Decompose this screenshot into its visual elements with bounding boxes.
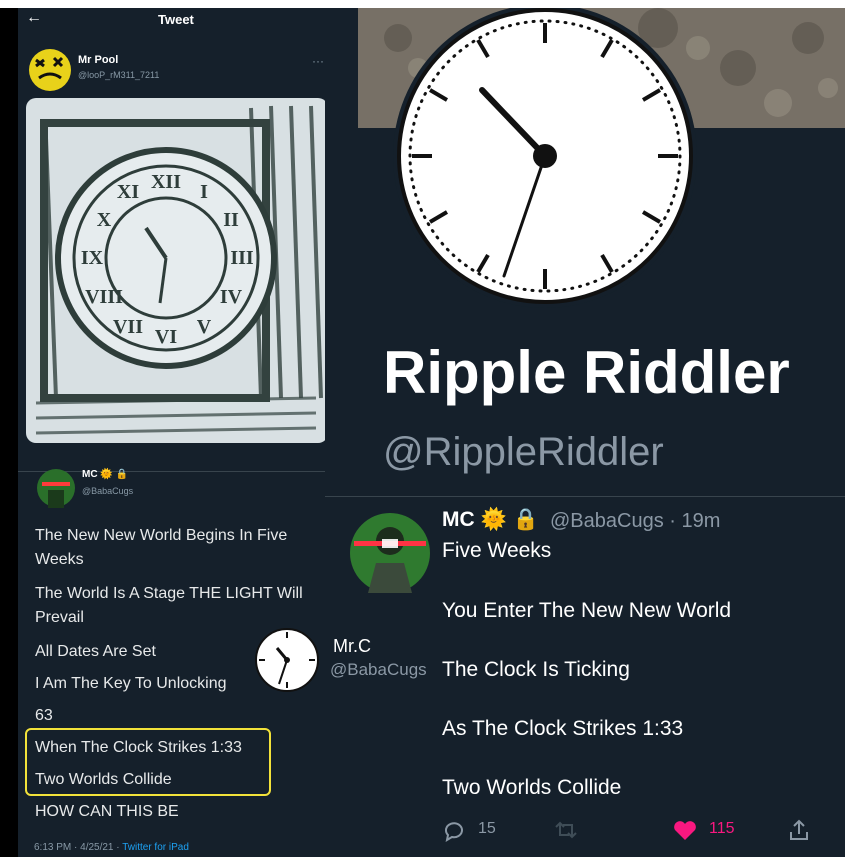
back-arrow-icon[interactable]: ← (26, 9, 42, 27)
profile-avatar[interactable] (382, 8, 712, 308)
source-link[interactable]: Twitter for iPad (122, 842, 189, 853)
svg-text:XII: XII (151, 171, 181, 193)
tweet-author-name[interactable]: MC 🌞 🔒 (442, 508, 539, 532)
like-icon[interactable] (672, 818, 698, 842)
tweet-line: As The Clock Strikes 1:33 (442, 717, 684, 740)
author-handle[interactable]: @looP_rM311_7211 (78, 70, 159, 80)
tweet-line: The New New World Begins In Five (35, 527, 288, 544)
sun-emoji-icon: 🌞 (100, 469, 113, 480)
clock-photo[interactable]: XII I II III IV V VI VII VIII IX X XI (26, 98, 328, 443)
divider (325, 496, 845, 497)
tweet-line: Two Worlds Collide (442, 776, 622, 799)
svg-text:III: III (230, 247, 254, 269)
svg-text:V: V (197, 316, 212, 338)
svg-text:XI: XI (117, 181, 139, 203)
profile-panel: Ripple Riddler @RippleRiddler MC 🌞 🔒 @Ba… (325, 8, 845, 857)
thread-author-handle[interactable]: @BabaCugs (82, 486, 133, 496)
svg-text:VII: VII (113, 316, 143, 338)
overlay-author-handle[interactable]: @BabaCugs (330, 660, 427, 680)
tweet-line: Five Weeks (442, 539, 552, 562)
more-icon[interactable]: ··· (312, 54, 324, 68)
tweet-line: The World Is A Stage THE LIGHT Will (35, 585, 303, 602)
svg-text:I: I (200, 181, 208, 203)
lock-icon: 🔒 (115, 469, 129, 480)
tweet-header-title: Tweet (158, 12, 194, 27)
action-bar: 15 115 (442, 816, 822, 846)
overlay-author-name[interactable]: Mr.C (333, 636, 371, 657)
avatar[interactable] (28, 48, 72, 92)
reply-count: 15 (478, 820, 496, 837)
thread-author-name[interactable]: MC 🌞 🔒 (82, 469, 128, 480)
tweet-author-handle[interactable]: @BabaCugs · 19m (550, 510, 720, 533)
reply-icon[interactable] (442, 818, 466, 842)
tweet-timestamp: 6:13 PM · 4/25/21 · Twitter for iPad (34, 842, 189, 853)
tweet-line: Prevail (35, 609, 84, 626)
profile-handle: @RippleRiddler (383, 430, 664, 474)
svg-text:IX: IX (81, 247, 104, 269)
highlight-box (25, 728, 271, 796)
lock-icon: 🔒 (512, 508, 539, 531)
like-count: 115 (709, 820, 735, 837)
tweet-line: You Enter The New New World (442, 599, 732, 622)
svg-text:X: X (97, 209, 112, 231)
tweet-line: 63 (35, 707, 53, 724)
svg-text:VI: VI (155, 326, 177, 348)
share-icon[interactable] (787, 818, 811, 842)
tweet-line: Weeks (35, 551, 84, 568)
profile-name: Ripple Riddler (383, 339, 790, 406)
avatar[interactable] (350, 513, 430, 593)
tweet-line: HOW CAN THIS BE (35, 803, 179, 820)
sun-emoji-icon: 🌞 (480, 508, 507, 531)
tweet-line: The Clock Is Ticking (442, 658, 630, 681)
svg-text:II: II (223, 209, 239, 231)
avatar[interactable] (36, 468, 76, 508)
author-name[interactable]: Mr Pool (78, 54, 118, 66)
svg-text:VIII: VIII (85, 286, 123, 308)
left-edge (0, 8, 18, 857)
avatar[interactable] (255, 628, 319, 692)
retweet-icon[interactable] (552, 818, 580, 842)
svg-text:IV: IV (220, 286, 243, 308)
